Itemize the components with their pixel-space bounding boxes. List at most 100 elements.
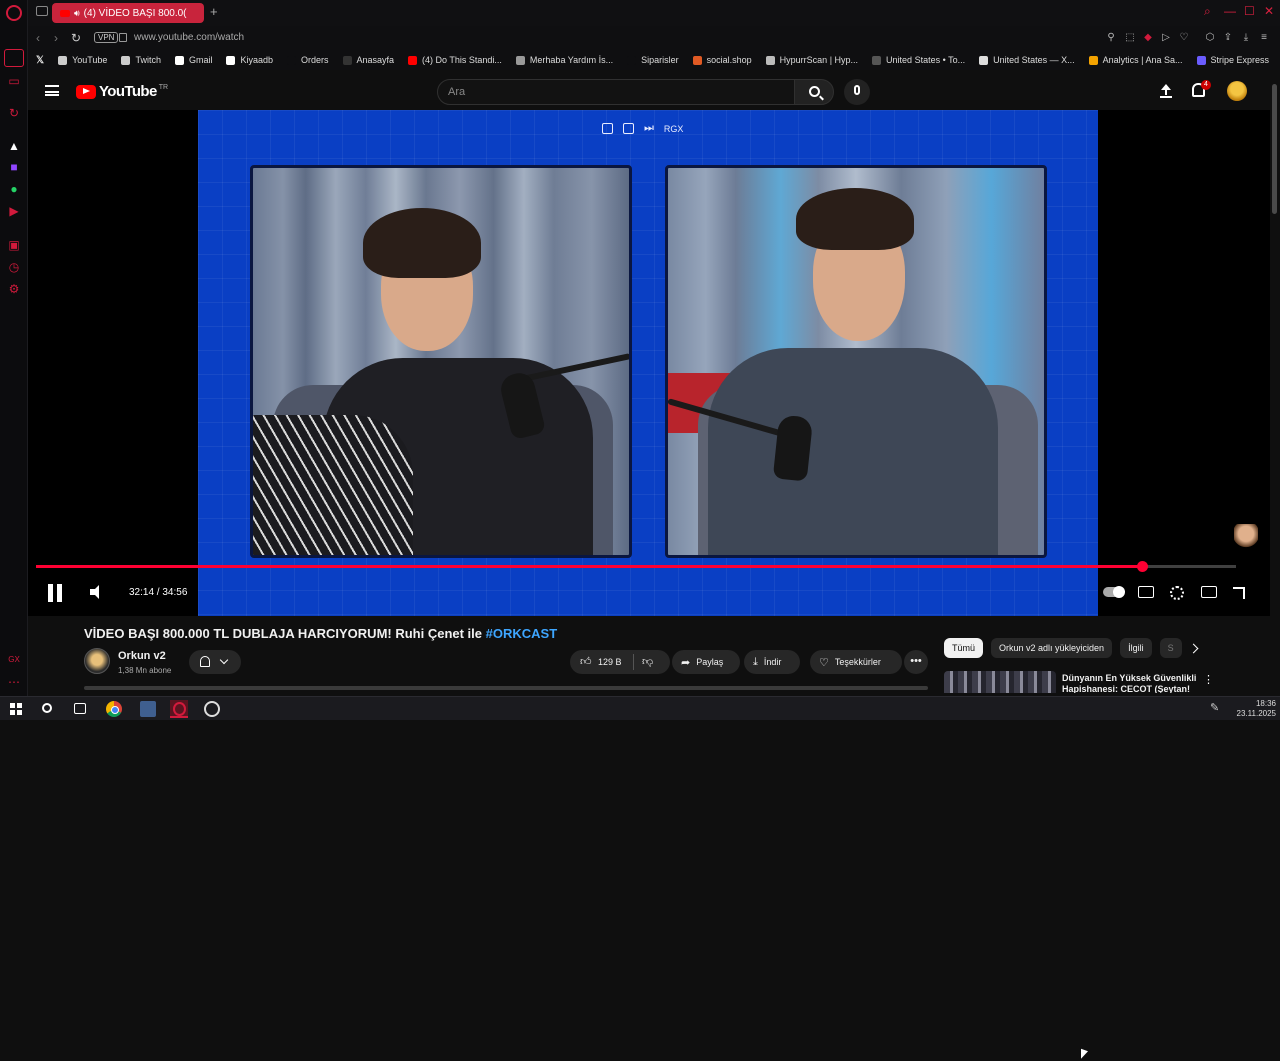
- bookmark-item[interactable]: Kiyaadb: [226, 55, 273, 65]
- settings-gear-icon[interactable]: [1170, 586, 1184, 600]
- fullscreen-icon[interactable]: [1233, 587, 1245, 599]
- twitch-icon[interactable]: ■: [7, 160, 21, 174]
- active-tab[interactable]: 🔊︎ (4) VİDEO BAŞI 800.0(: [52, 3, 204, 23]
- x-bookmark[interactable]: 𝕏: [36, 55, 44, 66]
- bookmark-item[interactable]: Anasayfa: [342, 55, 394, 65]
- youtube-logo[interactable]: YouTube TR: [76, 83, 168, 100]
- kebab-menu-icon[interactable]: ⋮: [1203, 673, 1214, 686]
- history-icon[interactable]: ◷: [7, 260, 21, 274]
- vpn-badge[interactable]: VPN: [94, 32, 119, 43]
- progress-bar[interactable]: [36, 561, 1236, 572]
- gx-icon[interactable]: GX: [7, 653, 21, 667]
- bookmark-item[interactable]: Siparisler: [627, 55, 679, 65]
- bookmark-item[interactable]: Stripe Express: [1196, 55, 1269, 65]
- thumbs-up-icon[interactable]: 👍︎: [580, 655, 592, 668]
- search-button[interactable]: [794, 79, 834, 105]
- windows-start-icon[interactable]: [10, 703, 22, 715]
- chip-all[interactable]: Tümü: [944, 638, 984, 658]
- bookmark-item[interactable]: HypurrScan | Hyp...: [765, 55, 858, 65]
- heart-icon[interactable]: ♡: [1179, 33, 1189, 43]
- pin-icon[interactable]: ⚲: [1106, 33, 1116, 43]
- scrollbar-thumb[interactable]: [1272, 84, 1277, 214]
- snapshot-icon[interactable]: ⬚: [1125, 33, 1135, 43]
- task-view-icon[interactable]: [74, 703, 86, 714]
- tab-manager-icon[interactable]: [36, 6, 48, 16]
- bookmark-item[interactable]: (4) Do This Standi...: [408, 55, 502, 65]
- video-player[interactable]: ⏭ RGX 32:14 / 34:56: [28, 110, 1270, 1061]
- more-actions-button[interactable]: •••: [904, 650, 928, 674]
- maximize-button[interactable]: ☐: [1244, 4, 1255, 18]
- bookmark-item[interactable]: Gmail: [174, 55, 212, 65]
- taskbar-clock[interactable]: 18:36 23.11.2025: [1234, 699, 1276, 719]
- chrome-icon[interactable]: [106, 701, 122, 717]
- aria-icon[interactable]: ▲: [7, 139, 21, 153]
- rgx-label[interactable]: RGX: [664, 124, 684, 134]
- scrubber-handle[interactable]: [1137, 561, 1149, 572]
- search-input[interactable]: Ara: [437, 79, 795, 105]
- thanks-button[interactable]: ♡ Teşekkürler: [810, 650, 902, 674]
- share-icon[interactable]: ⇪: [1223, 33, 1233, 43]
- extensions-icon[interactable]: ⬡: [1205, 33, 1215, 43]
- forward-icon[interactable]: ›: [54, 31, 58, 45]
- taskbar-search-icon[interactable]: [42, 703, 52, 713]
- whatsapp-icon[interactable]: ●: [7, 182, 21, 196]
- bookmark-item[interactable]: YouTube: [58, 55, 107, 65]
- bookmark-item[interactable]: Merhaba Yardım İs...: [515, 55, 613, 65]
- chip-partial[interactable]: S: [1159, 638, 1182, 658]
- miniplayer-icon[interactable]: [602, 123, 613, 134]
- channel-name[interactable]: Orkun v2: [118, 650, 166, 662]
- skip-icon[interactable]: ⏭: [644, 122, 654, 135]
- recommended-thumbnail[interactable]: [944, 671, 1056, 693]
- gaming-icon[interactable]: ▭: [7, 74, 21, 88]
- bookmark-item[interactable]: United States • To...: [872, 55, 965, 65]
- opera-logo-icon[interactable]: [6, 5, 22, 21]
- lock-icon[interactable]: [119, 33, 127, 42]
- shield-icon[interactable]: ◆: [1143, 33, 1153, 43]
- minimize-button[interactable]: —: [1224, 4, 1236, 18]
- pause-icon[interactable]: [47, 584, 63, 602]
- more-icon[interactable]: ⋯: [7, 675, 21, 689]
- like-count[interactable]: 129 B: [598, 657, 622, 667]
- opera-gx-icon[interactable]: [170, 700, 188, 718]
- settings-icon[interactable]: ⚙: [7, 282, 21, 296]
- youtube-icon[interactable]: ▶: [7, 204, 21, 218]
- recommended-title[interactable]: Dünyanın En Yüksek Güvenlikli Hapishanes…: [1062, 673, 1202, 693]
- search-tabs-icon[interactable]: ⌕: [1204, 4, 1211, 19]
- home-icon[interactable]: [4, 49, 24, 67]
- bookmark-item[interactable]: social.shop: [692, 55, 752, 65]
- theater-mode-icon[interactable]: [1201, 586, 1217, 598]
- download-icon[interactable]: ⤓: [1241, 33, 1251, 43]
- thumbs-down-icon[interactable]: 👎︎: [642, 655, 653, 668]
- hamburger-menu-icon[interactable]: [45, 85, 59, 96]
- captions-icon[interactable]: [1138, 586, 1154, 598]
- wallet-icon[interactable]: ▣: [7, 238, 21, 252]
- download-button[interactable]: ⤓ İndir: [744, 650, 800, 674]
- new-tab-button[interactable]: +: [210, 4, 218, 19]
- create-upload-icon[interactable]: [1160, 84, 1172, 98]
- url-field[interactable]: www.youtube.com/watch: [134, 32, 244, 43]
- subscribed-notification-button[interactable]: [189, 650, 241, 674]
- gx-app-icon[interactable]: [204, 701, 220, 717]
- back-icon[interactable]: ‹: [36, 31, 40, 45]
- speaker-icon[interactable]: 🔊︎: [74, 8, 80, 19]
- chips-next-icon[interactable]: [1188, 643, 1199, 654]
- description-scrollbar[interactable]: [84, 686, 928, 690]
- refresh-icon[interactable]: ↻: [7, 106, 21, 120]
- bookmark-item[interactable]: Twitch: [121, 55, 161, 65]
- bookmark-item[interactable]: United States — X...: [979, 55, 1075, 65]
- pen-tray-icon[interactable]: ✎: [1210, 701, 1219, 714]
- channel-avatar[interactable]: [84, 648, 110, 674]
- share-button[interactable]: ➦ Paylaş: [672, 650, 740, 674]
- export-icon[interactable]: [623, 123, 634, 134]
- page-scrollbar[interactable]: [1270, 72, 1280, 696]
- bookmark-item[interactable]: Analytics | Ana Sa...: [1088, 55, 1183, 65]
- play-icon[interactable]: ▷: [1161, 33, 1171, 43]
- chip-from-uploader[interactable]: Orkun v2 adlı yükleyiciden: [991, 638, 1113, 658]
- menu-icon[interactable]: ≡: [1259, 33, 1269, 43]
- calculator-icon[interactable]: [140, 701, 156, 717]
- volume-icon[interactable]: [90, 585, 104, 599]
- voice-search-button[interactable]: [844, 79, 870, 105]
- bookmark-item[interactable]: Orders: [287, 55, 329, 65]
- chip-related[interactable]: İlgili: [1120, 638, 1152, 658]
- reload-icon[interactable]: ↻: [71, 31, 81, 45]
